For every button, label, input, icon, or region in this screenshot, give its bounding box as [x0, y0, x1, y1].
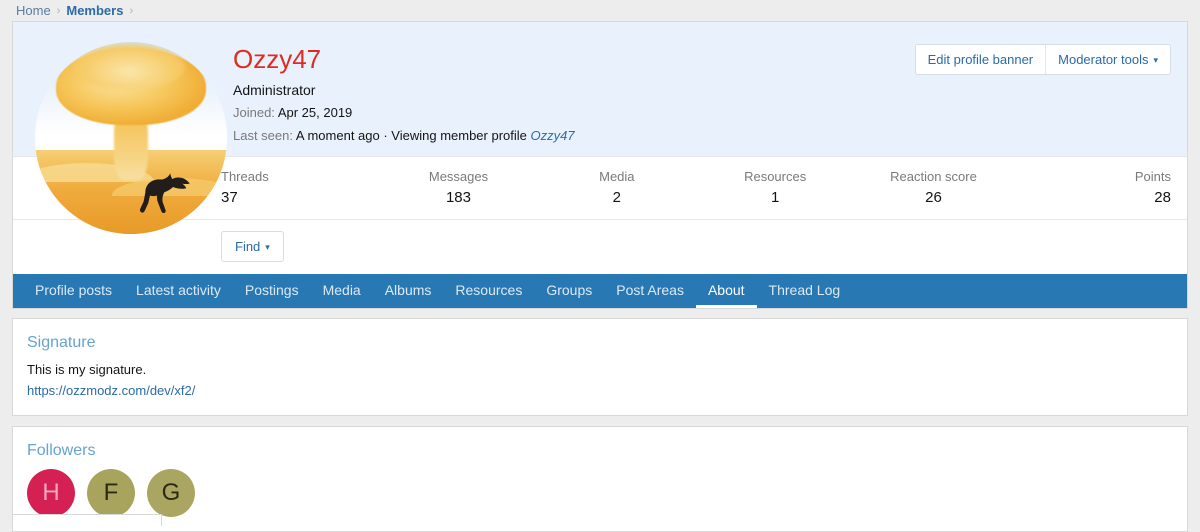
breadcrumb: Home › Members ›: [0, 0, 1200, 21]
joined-row: Joined: Apr 25, 2019: [233, 102, 1171, 123]
stat-value: 1: [696, 187, 854, 209]
chevron-down-icon-find: ▾: [265, 242, 270, 253]
stat-value: 28: [1013, 187, 1171, 209]
chevron-down-icon: ▾: [1153, 55, 1158, 66]
stat-media: Media2: [538, 167, 696, 209]
follower-avatar[interactable]: G: [147, 469, 195, 517]
stat-label: Reaction score: [854, 167, 1012, 187]
stat-label: Points: [1013, 167, 1171, 187]
tab-post-areas[interactable]: Post Areas: [604, 274, 696, 308]
next-section-partial: [12, 514, 162, 526]
stat-threads: Threads37: [221, 167, 379, 209]
stat-label: Messages: [379, 167, 537, 187]
follower-avatar[interactable]: H: [27, 469, 75, 517]
joined-value: Apr 25, 2019: [278, 105, 352, 120]
tab-media[interactable]: Media: [311, 274, 373, 308]
edit-profile-banner-button[interactable]: Edit profile banner: [916, 45, 1046, 74]
follower-avatar[interactable]: F: [87, 469, 135, 517]
followers-block: Followers HFG: [12, 426, 1188, 532]
tab-groups[interactable]: Groups: [534, 274, 604, 308]
breadcrumb-members-link[interactable]: Members: [66, 3, 123, 18]
avatar-container: [29, 36, 221, 146]
about-content: Signature This is my signature. https://…: [12, 318, 1188, 532]
tab-profile-posts[interactable]: Profile posts: [23, 274, 124, 308]
breadcrumb-home-link[interactable]: Home: [16, 3, 51, 18]
user-title: Administrator: [233, 80, 1171, 100]
stat-reaction-score: Reaction score26: [854, 167, 1012, 209]
member-profile-card: Ozzy47 Administrator Joined: Apr 25, 201…: [12, 21, 1188, 309]
last-seen-value: A moment ago · Viewing member profile: [296, 128, 527, 143]
moderator-tools-button[interactable]: Moderator tools ▾: [1045, 45, 1170, 74]
tab-latest-activity[interactable]: Latest activity: [124, 274, 233, 308]
tab-albums[interactable]: Albums: [373, 274, 444, 308]
stat-value: 2: [538, 187, 696, 209]
stat-messages: Messages183: [379, 167, 537, 209]
signature-link[interactable]: https://ozzmodz.com/dev/xf2/: [27, 380, 1173, 401]
tab-resources[interactable]: Resources: [443, 274, 534, 308]
avatar[interactable]: [35, 42, 227, 234]
signature-title: Signature: [27, 331, 1173, 355]
profile-tab-nav: Profile postsLatest activityPostingsMedi…: [13, 274, 1187, 308]
stat-value: 26: [854, 187, 1012, 209]
avatar-dinosaur-icon: [135, 169, 193, 219]
profile-banner: Ozzy47 Administrator Joined: Apr 25, 201…: [13, 22, 1187, 156]
find-button[interactable]: Find ▾: [221, 231, 284, 262]
last-seen-label: Last seen:: [233, 128, 293, 143]
stat-value: 37: [221, 187, 379, 209]
viewing-profile-link[interactable]: Ozzy47: [531, 128, 575, 143]
stat-label: Resources: [696, 167, 854, 187]
tab-thread-log[interactable]: Thread Log: [757, 274, 853, 308]
find-label: Find: [235, 239, 260, 254]
breadcrumb-separator-icon-2: ›: [129, 5, 133, 17]
banner-actions-group: Edit profile banner Moderator tools ▾: [915, 44, 1171, 75]
stat-value: 183: [379, 187, 537, 209]
signature-block: Signature This is my signature. https://…: [12, 318, 1188, 416]
stat-points: Points28: [1013, 167, 1171, 209]
avatar-cloud-highlight: [73, 44, 184, 90]
moderator-tools-label: Moderator tools: [1058, 52, 1148, 67]
joined-label: Joined:: [233, 105, 275, 120]
stat-resources: Resources1: [696, 167, 854, 209]
followers-list: HFG: [27, 469, 1173, 517]
tab-postings[interactable]: Postings: [233, 274, 311, 308]
followers-title: Followers: [27, 439, 1173, 463]
signature-text: This is my signature.: [27, 359, 1173, 380]
stat-label: Threads: [221, 167, 379, 187]
tab-about[interactable]: About: [696, 274, 757, 308]
stat-label: Media: [538, 167, 696, 187]
breadcrumb-separator-icon: ›: [57, 5, 61, 17]
last-seen-row: Last seen: A moment ago · Viewing member…: [233, 125, 1171, 146]
